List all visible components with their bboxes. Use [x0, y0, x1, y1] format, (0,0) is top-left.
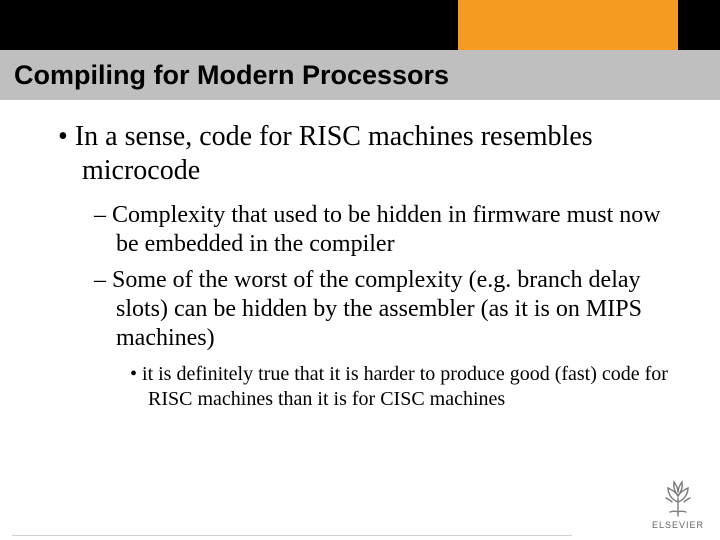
bullet-level2a-text: Complexity that used to be hidden in fir…: [112, 202, 661, 257]
tree-icon: [654, 478, 702, 518]
bullet-level2: Complexity that used to be hidden in fir…: [46, 201, 674, 260]
slide: Compiling for Modern Processors In a sen…: [0, 0, 720, 540]
title-bar: Compiling for Modern Processors: [0, 50, 720, 100]
publisher-logo: ELSEVIER: [652, 478, 704, 530]
bullet-level3: it is definitely true that it is harder …: [46, 362, 674, 412]
slide-title: Compiling for Modern Processors: [0, 60, 449, 91]
header-orange-block: [458, 0, 678, 50]
bullet-level2: Some of the worst of the complexity (e.g…: [46, 266, 674, 354]
bullet-level1-text: In a sense, code for RISC machines resem…: [75, 121, 593, 186]
footer-rule: [12, 535, 572, 536]
bullet-level1: In a sense, code for RISC machines resem…: [46, 120, 674, 187]
bullet-level3-text: it is definitely true that it is harder …: [142, 363, 668, 410]
bullet-level2b-text: Some of the worst of the complexity (e.g…: [112, 267, 642, 352]
slide-content: In a sense, code for RISC machines resem…: [46, 120, 674, 412]
publisher-name: ELSEVIER: [652, 520, 704, 530]
